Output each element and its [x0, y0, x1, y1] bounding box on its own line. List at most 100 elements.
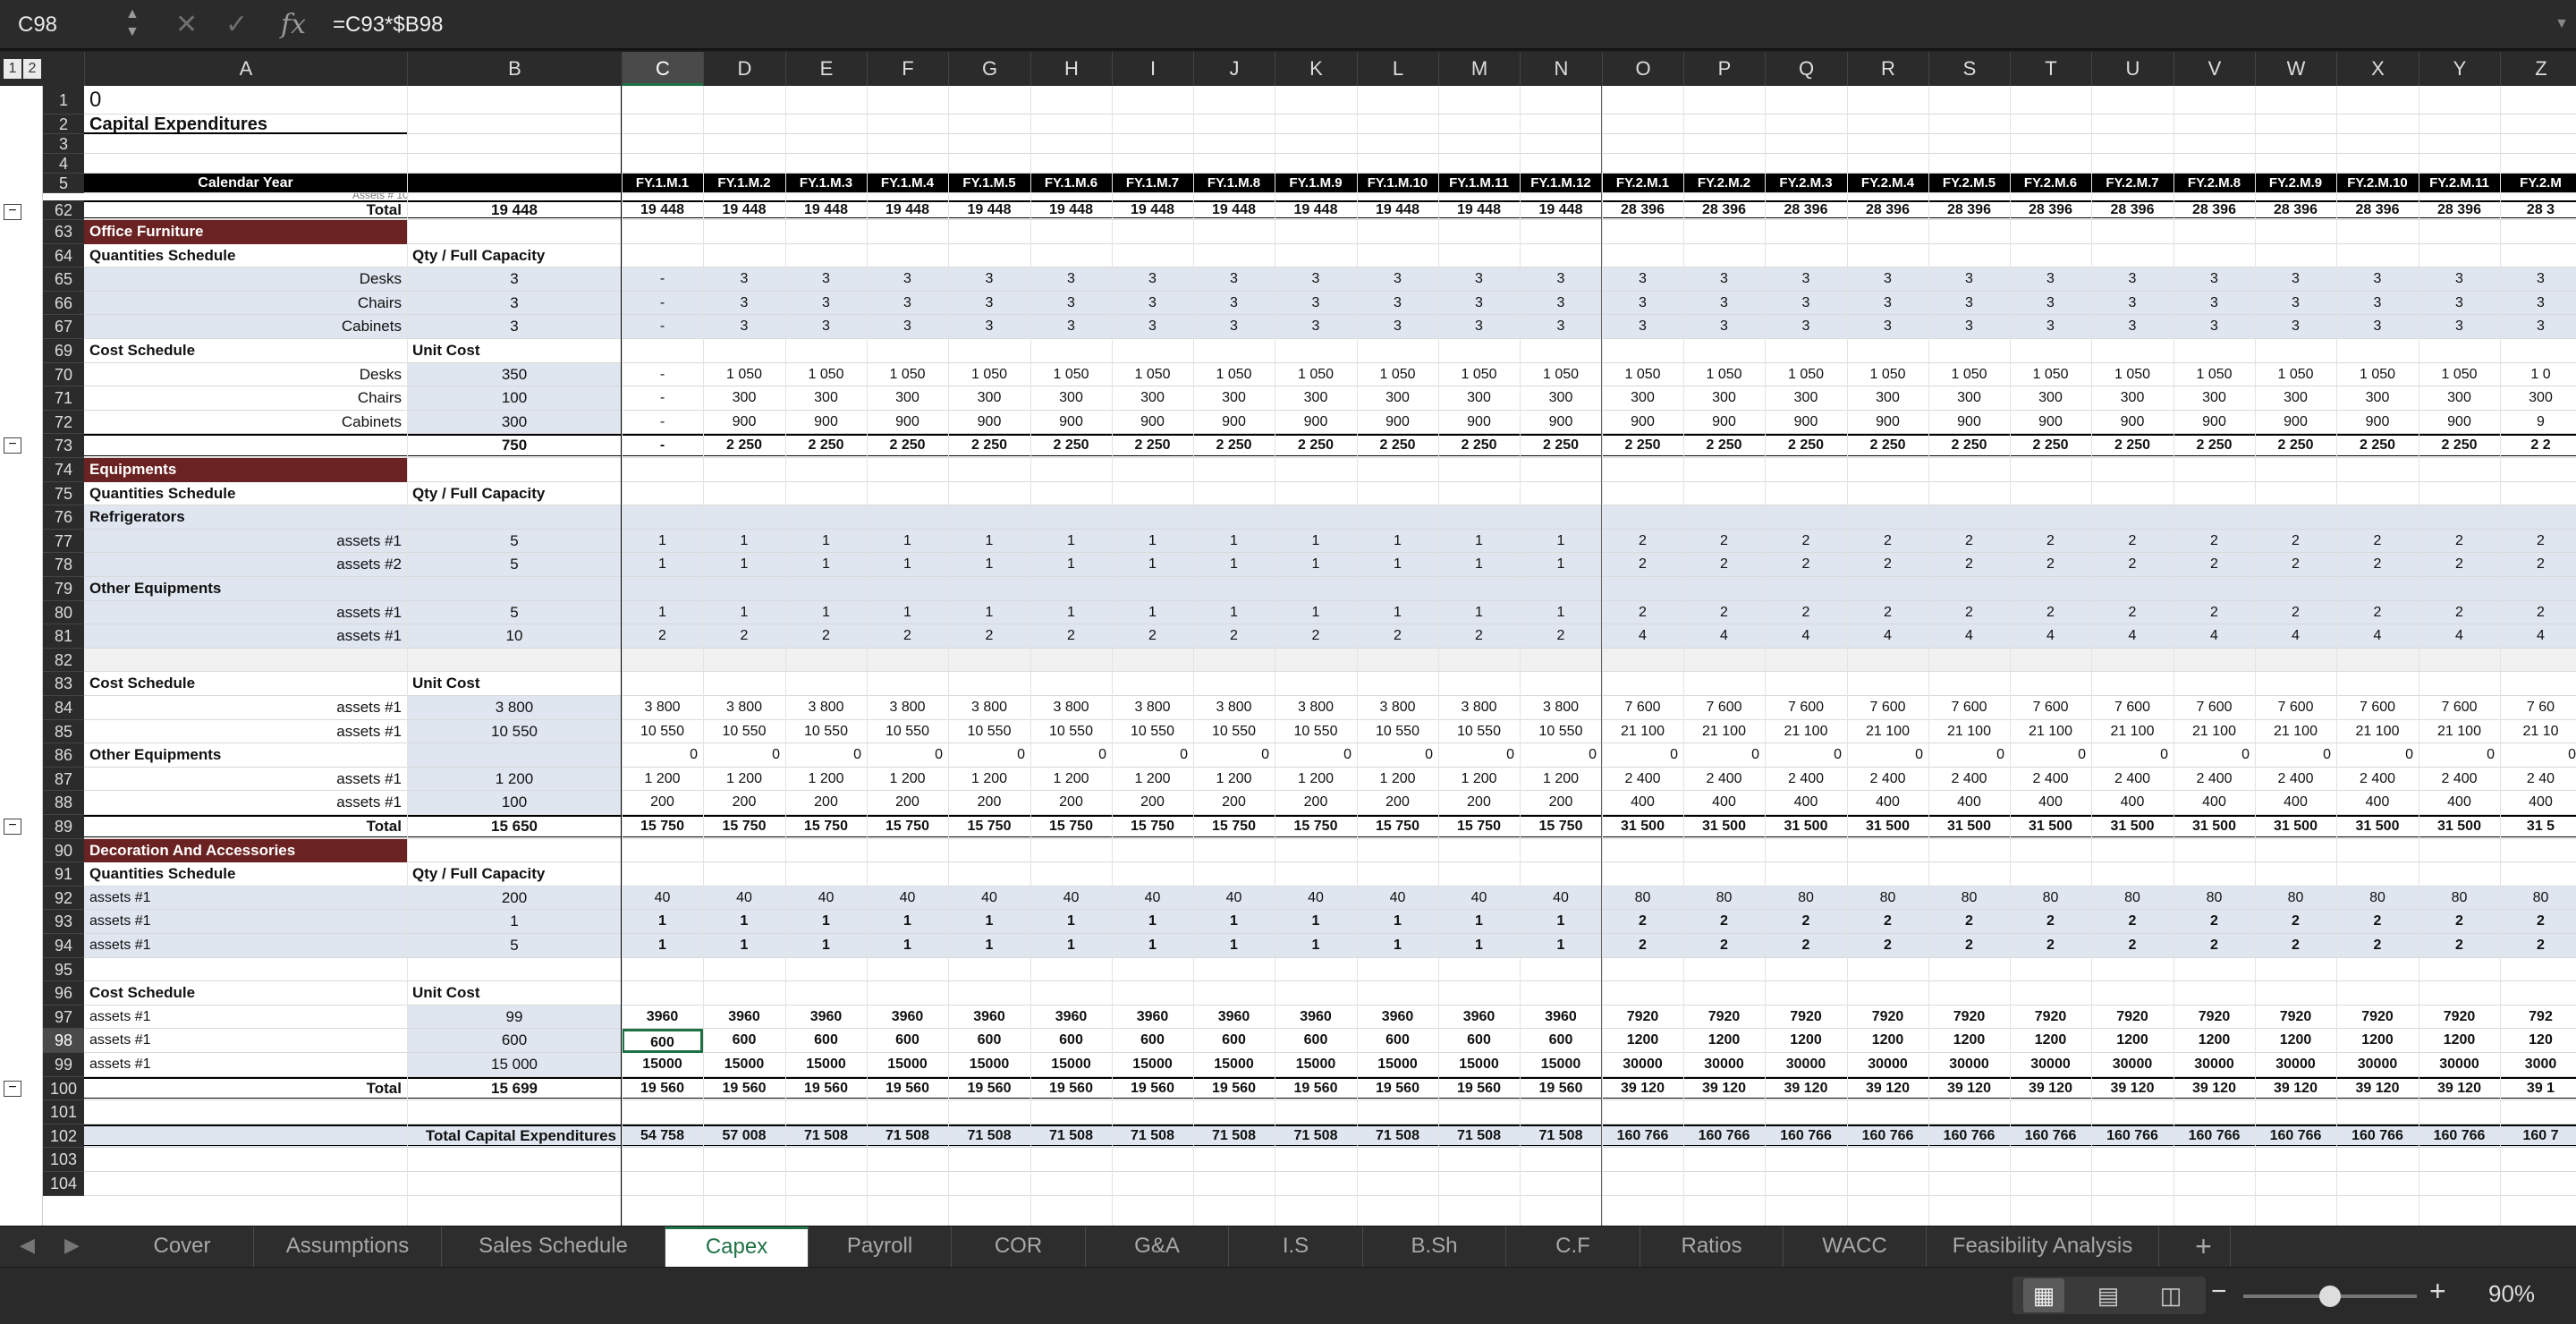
data-cell[interactable]: 3 800 [622, 696, 703, 720]
data-cell[interactable]: 31 500 [2419, 815, 2500, 839]
row-header-85[interactable]: 85 [43, 719, 84, 744]
column-header-q[interactable]: Q [1765, 52, 1847, 86]
data-cell[interactable]: 2 250 [2255, 434, 2336, 458]
data-cell[interactable]: 400 [2500, 791, 2576, 815]
data-cell[interactable]: 600 [867, 1029, 948, 1053]
data-cell[interactable]: 3 [1193, 315, 1275, 339]
column-header-m[interactable]: M [1438, 52, 1520, 86]
data-cell[interactable]: 80 [1765, 887, 1847, 911]
data-cell[interactable]: 2 400 [1847, 768, 1928, 792]
input-value-66[interactable]: 3 [407, 292, 622, 316]
data-cell[interactable]: - [622, 363, 703, 387]
data-cell[interactable]: 3 [703, 292, 785, 316]
data-cell[interactable]: 39 120 [2174, 1077, 2255, 1101]
data-cell[interactable]: 400 [2174, 791, 2255, 815]
data-cell[interactable]: 400 [1928, 791, 2010, 815]
data-cell[interactable]: 2 [2500, 553, 2576, 577]
data-cell[interactable]: 31 5 [2500, 815, 2576, 839]
row-header-72[interactable]: 72 [43, 410, 84, 435]
data-cell[interactable]: 30000 [2336, 1053, 2419, 1077]
normal-view-icon[interactable]: ▦ [2023, 1278, 2064, 1312]
data-cell[interactable]: 2 250 [1112, 434, 1193, 458]
data-cell[interactable]: 15000 [785, 1053, 867, 1077]
data-cell[interactable]: 1 [1112, 530, 1193, 554]
data-cell[interactable]: 2 400 [2255, 768, 2336, 792]
data-cell[interactable]: 2 [2336, 601, 2419, 625]
data-cell[interactable]: 28 396 [2091, 200, 2174, 220]
data-cell[interactable]: 0 [1928, 743, 2010, 768]
data-cell[interactable]: - [622, 267, 703, 292]
data-cell[interactable]: 300 [1275, 386, 1357, 411]
data-cell[interactable]: 10 550 [1193, 720, 1275, 744]
data-cell[interactable]: 3 [1030, 315, 1112, 339]
data-cell[interactable]: 1 [1193, 910, 1275, 934]
data-cell[interactable]: 15000 [1438, 1053, 1520, 1077]
data-cell[interactable]: 200 [867, 791, 948, 815]
data-cell[interactable]: 1 200 [785, 768, 867, 792]
data-cell[interactable]: 300 [2010, 386, 2091, 411]
input-value-99[interactable]: 15 000 [407, 1053, 622, 1077]
data-cell[interactable]: 2 250 [1275, 434, 1357, 458]
data-cell[interactable]: 900 [1520, 411, 1602, 435]
data-cell[interactable]: 0 [703, 743, 785, 768]
data-cell[interactable]: 3 [2419, 315, 2500, 339]
data-cell[interactable]: 3 [1765, 315, 1847, 339]
data-cell[interactable]: 3 800 [703, 696, 785, 720]
data-cell[interactable]: 900 [2336, 411, 2419, 435]
data-cell[interactable]: 2 [2500, 910, 2576, 934]
input-value-78[interactable]: 5 [407, 553, 622, 577]
row-header-86[interactable]: 86 [43, 743, 84, 768]
data-cell[interactable]: 19 560 [1275, 1077, 1357, 1101]
data-cell[interactable]: 2 [1193, 624, 1275, 649]
data-cell[interactable]: 3 [948, 267, 1030, 292]
data-cell[interactable]: 7 600 [2174, 696, 2255, 720]
data-cell[interactable]: 400 [2010, 791, 2091, 815]
data-cell[interactable]: 15 750 [703, 815, 785, 839]
data-cell[interactable]: 2 [1030, 624, 1112, 649]
data-cell[interactable]: 15 750 [948, 815, 1030, 839]
data-cell[interactable]: 3 [948, 315, 1030, 339]
data-cell[interactable]: 1 [867, 601, 948, 625]
data-cell[interactable]: 1 [1193, 553, 1275, 577]
data-cell[interactable]: 600 [1357, 1029, 1438, 1053]
data-cell[interactable]: 2 [1275, 624, 1357, 649]
data-cell[interactable]: 3 800 [1520, 696, 1602, 720]
data-cell[interactable]: 4 [2174, 624, 2255, 649]
row-header-65[interactable]: 65 [43, 267, 84, 292]
sheet-tab-b-sh[interactable]: B.Sh [1363, 1226, 1506, 1268]
data-cell[interactable]: 21 100 [1765, 720, 1847, 744]
data-cell[interactable]: 71 508 [1520, 1125, 1602, 1149]
data-cell[interactable]: 2 [1683, 934, 1765, 958]
data-cell[interactable]: - [622, 434, 703, 458]
data-cell[interactable]: 3 [1112, 315, 1193, 339]
data-cell[interactable]: 2 250 [1928, 434, 2010, 458]
data-cell[interactable]: 2 [622, 624, 703, 649]
data-cell[interactable]: 3 [1928, 315, 2010, 339]
row-header-64[interactable]: 64 [43, 243, 84, 268]
data-cell[interactable]: 80 [1928, 887, 2010, 911]
input-value-98[interactable]: 600 [407, 1029, 622, 1053]
data-cell[interactable]: 54 758 [622, 1125, 703, 1149]
data-cell[interactable]: 1 200 [1275, 768, 1357, 792]
data-cell[interactable]: 1 050 [1765, 363, 1847, 387]
data-cell[interactable]: 600 [1193, 1029, 1275, 1053]
data-cell[interactable]: 2 [1765, 910, 1847, 934]
data-cell[interactable]: 15000 [1193, 1053, 1275, 1077]
data-cell[interactable]: 3 [1928, 292, 2010, 316]
data-cell[interactable]: 2 [2336, 530, 2419, 554]
data-cell[interactable]: 1 [1112, 934, 1193, 958]
data-cell[interactable]: - [622, 386, 703, 411]
data-cell[interactable]: 28 396 [2255, 200, 2336, 220]
data-cell[interactable]: 2 [1602, 553, 1683, 577]
data-cell[interactable]: 3960 [1520, 1006, 1602, 1030]
data-cell[interactable]: 39 1 [2500, 1077, 2576, 1101]
input-value-73[interactable]: 750 [407, 434, 622, 458]
data-cell[interactable]: 0 [1683, 743, 1765, 768]
data-cell[interactable]: 19 448 [1030, 200, 1112, 220]
data-cell[interactable]: 2 250 [1030, 434, 1112, 458]
data-cell[interactable]: 2 250 [1193, 434, 1275, 458]
data-cell[interactable]: 1 050 [1030, 363, 1112, 387]
data-cell[interactable]: 10 550 [703, 720, 785, 744]
column-header-r[interactable]: R [1847, 52, 1928, 86]
input-value-85[interactable]: 10 550 [407, 720, 622, 744]
